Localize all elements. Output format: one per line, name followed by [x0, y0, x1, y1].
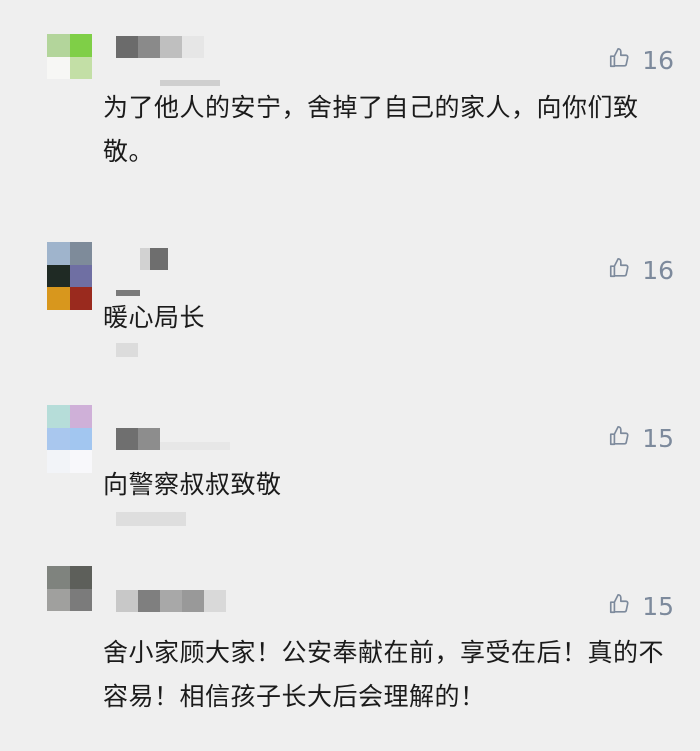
like-count: 16: [642, 46, 674, 75]
like-count: 16: [642, 256, 674, 285]
like-button[interactable]: 16: [608, 256, 674, 285]
like-button[interactable]: 16: [608, 46, 674, 75]
avatar[interactable]: [47, 405, 92, 473]
like-count: 15: [642, 424, 674, 453]
comment-text: 为了他人的安宁，舍掉了自己的家人，向你们致敬。: [103, 93, 639, 166]
thumbs-up-icon: [608, 256, 642, 285]
like-button[interactable]: 15: [608, 424, 674, 453]
thumbs-up-icon: [608, 424, 642, 453]
comment-text: 向警察叔叔致敬: [103, 470, 282, 499]
like-button[interactable]: 15: [608, 592, 674, 621]
comment-text: 舍小家顾大家！公安奉献在前，享受在后！真的不容易！相信孩子长大后会理解的！: [103, 638, 665, 711]
blur-smudge: [116, 512, 186, 526]
thumbs-up-icon: [608, 592, 642, 621]
blur-smudge: [116, 343, 138, 357]
avatar[interactable]: [47, 566, 92, 611]
avatar[interactable]: [47, 242, 92, 310]
like-count: 15: [642, 592, 674, 621]
username-blurred[interactable]: [116, 428, 230, 450]
avatar[interactable]: [47, 34, 92, 79]
thumbs-up-icon: [608, 46, 642, 75]
username-blurred[interactable]: [116, 590, 226, 612]
username-blurred[interactable]: [140, 248, 168, 270]
username-blurred[interactable]: [116, 36, 204, 58]
comment-text: 暖心局长: [103, 303, 206, 332]
